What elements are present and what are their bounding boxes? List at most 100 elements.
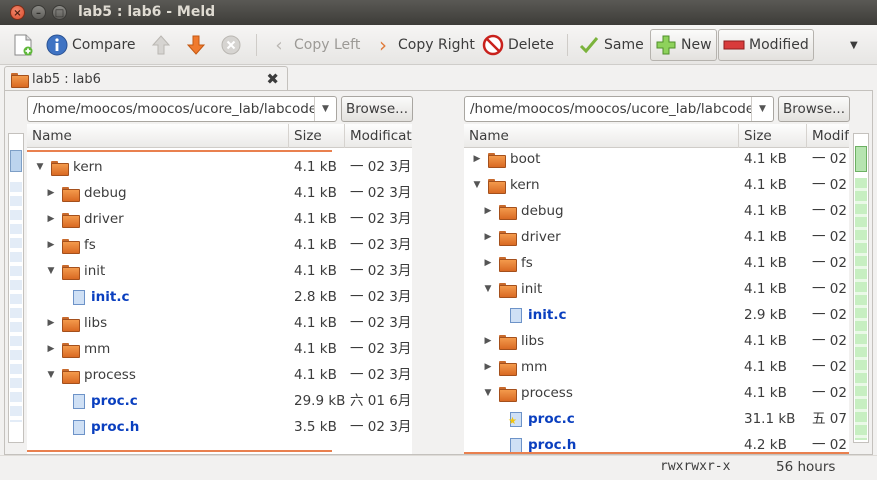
- left-path-combo[interactable]: /home/moocos/moocos/ucore_lab/labcodes ▼: [27, 96, 337, 122]
- table-row[interactable]: ▼ process 4.1 kB 一 02 3月: [27, 362, 412, 388]
- table-row[interactable]: ▶ driver 4.1 kB 一 02 3月: [27, 206, 412, 232]
- table-row[interactable]: init.c 2.9 kB 一 02: [464, 302, 849, 328]
- expander-open-icon[interactable]: ▼: [35, 154, 45, 180]
- tab-lab5-lab6[interactable]: lab5 : lab6 ✖: [4, 66, 288, 92]
- expander-closed-icon[interactable]: ▶: [483, 250, 493, 276]
- expander-closed-icon[interactable]: ▶: [483, 354, 493, 380]
- table-row[interactable]: ★ proc.c 31.1 kB 五 07: [464, 406, 849, 432]
- expander-closed-icon[interactable]: ▶: [472, 146, 482, 172]
- row-name: mm: [521, 359, 548, 375]
- row-name-cell: ▼ init: [46, 258, 289, 284]
- table-row[interactable]: ▼ kern 4.1 kB 一 02 3月: [27, 154, 412, 180]
- row-name-cell: ★ proc.c: [494, 406, 739, 432]
- maximize-window-button[interactable]: □: [52, 5, 67, 20]
- compare-button[interactable]: Compare: [46, 31, 136, 59]
- right-column-modified[interactable]: Modif: [807, 124, 849, 148]
- expander-closed-icon[interactable]: ▶: [483, 198, 493, 224]
- left-browse-button[interactable]: Browse...: [341, 96, 413, 122]
- chevron-down-icon: ▼: [850, 39, 858, 51]
- tab-strip: lab5 : lab6 ✖: [0, 65, 877, 92]
- expander-open-icon[interactable]: ▼: [472, 172, 482, 198]
- expander-open-icon[interactable]: ▼: [46, 362, 56, 388]
- left-overview-strip[interactable]: [8, 133, 24, 443]
- expander-closed-icon[interactable]: ▶: [46, 206, 56, 232]
- table-row[interactable]: proc.h 3.5 kB 一 02 3月: [27, 414, 412, 440]
- right-path-combo[interactable]: /home/moocos/moocos/ucore_lab/labcodes ▼: [464, 96, 774, 122]
- row-size: 4.1 kB: [294, 263, 337, 279]
- left-file-tree[interactable]: Name Size Modificat ▼ kern 4.1 kB 一 02 3月 ▶ d…: [27, 124, 412, 454]
- same-filter-toggle[interactable]: Same: [578, 31, 644, 59]
- row-name: init.c: [528, 307, 567, 323]
- table-row[interactable]: ▼ init 4.1 kB 一 02 3月: [27, 258, 412, 284]
- row-modified: 一 02: [812, 437, 847, 453]
- new-label: New: [681, 37, 712, 53]
- expander-closed-icon[interactable]: ▶: [46, 232, 56, 258]
- table-row[interactable]: ▶ boot 4.1 kB 一 02: [464, 146, 849, 172]
- right-file-tree[interactable]: Name Size Modif ▶ boot 4.1 kB 一 02 ▼ kern 4.1 …: [464, 124, 849, 454]
- row-name: proc.h: [91, 419, 140, 435]
- next-change-button[interactable]: [185, 31, 207, 59]
- right-browse-button[interactable]: Browse...: [778, 96, 850, 122]
- table-row[interactable]: ▼ init 4.1 kB 一 02: [464, 276, 849, 302]
- new-filter-toggle[interactable]: New: [650, 29, 717, 61]
- overview-changes: [855, 178, 867, 440]
- table-row[interactable]: ▶ mm 4.1 kB 一 02: [464, 354, 849, 380]
- expander-closed-icon[interactable]: ▶: [46, 180, 56, 206]
- table-row[interactable]: ▶ debug 4.1 kB 一 02 3月: [27, 180, 412, 206]
- table-row[interactable]: ▼ process 4.1 kB 一 02: [464, 380, 849, 406]
- row-name-cell: proc.h: [494, 432, 739, 454]
- table-row[interactable]: ▶ mm 4.1 kB 一 02 3月: [27, 336, 412, 362]
- expander-closed-icon[interactable]: ▶: [46, 310, 56, 336]
- close-window-button[interactable]: ×: [10, 5, 25, 20]
- left-column-modified[interactable]: Modificat: [345, 124, 412, 148]
- status-bar: rwxrwxr-x 56 hours: [0, 455, 877, 480]
- table-row[interactable]: proc.h 4.2 kB 一 02: [464, 432, 849, 454]
- modified-filter-toggle[interactable]: Modified: [718, 29, 814, 61]
- copy-right-button[interactable]: › Copy Right: [372, 31, 475, 59]
- table-row[interactable]: ▶ fs 4.1 kB 一 02: [464, 250, 849, 276]
- table-row[interactable]: ▶ debug 4.1 kB 一 02: [464, 198, 849, 224]
- status-permissions: rwxrwxr-x: [660, 459, 731, 474]
- expander-open-icon[interactable]: ▼: [46, 258, 56, 284]
- table-row[interactable]: ▶ libs 4.1 kB 一 02: [464, 328, 849, 354]
- previous-change-button[interactable]: [150, 31, 172, 59]
- close-tab-icon[interactable]: ✖: [266, 70, 279, 88]
- expander-open-icon[interactable]: ▼: [483, 380, 493, 406]
- table-row[interactable]: ▶ driver 4.1 kB 一 02: [464, 224, 849, 250]
- minimize-window-button[interactable]: –: [31, 5, 46, 20]
- delete-button[interactable]: Delete: [482, 31, 554, 59]
- table-row[interactable]: ▶ libs 4.1 kB 一 02 3月: [27, 310, 412, 336]
- chevron-down-icon[interactable]: ▼: [314, 97, 336, 121]
- row-size: 4.1 kB: [744, 151, 787, 167]
- row-modified: 一 02: [812, 203, 847, 219]
- chevron-down-icon[interactable]: ▼: [751, 97, 773, 121]
- expander-closed-icon[interactable]: ▶: [483, 224, 493, 250]
- expander-open-icon[interactable]: ▼: [483, 276, 493, 302]
- table-row[interactable]: proc.c 29.9 kB 六 01 6月: [27, 388, 412, 414]
- row-name-cell: ▶ debug: [483, 198, 739, 224]
- right-path-input[interactable]: /home/moocos/moocos/ucore_lab/labcodes: [465, 101, 751, 117]
- expander-closed-icon[interactable]: ▶: [483, 328, 493, 354]
- new-comparison-button[interactable]: [12, 31, 34, 59]
- copy-left-button[interactable]: ‹ Copy Left: [268, 31, 360, 59]
- table-row[interactable]: ▼ kern 4.1 kB 一 02: [464, 172, 849, 198]
- right-column-size[interactable]: Size: [739, 124, 807, 148]
- row-size: 4.1 kB: [294, 185, 337, 201]
- tab-label: lab5 : lab6: [32, 72, 101, 87]
- left-column-name[interactable]: Name: [27, 124, 289, 148]
- same-label: Same: [604, 37, 644, 53]
- folder-icon: [499, 230, 517, 246]
- left-column-size[interactable]: Size: [289, 124, 345, 148]
- left-path-input[interactable]: /home/moocos/moocos/ucore_lab/labcodes: [28, 101, 314, 117]
- table-row[interactable]: ▶ fs 4.1 kB 一 02 3月: [27, 232, 412, 258]
- right-overview-strip[interactable]: [853, 133, 869, 443]
- toolbar-overflow-button[interactable]: ▼: [850, 31, 858, 59]
- folder-icon: [62, 238, 80, 254]
- stop-button[interactable]: [220, 31, 242, 59]
- right-column-name[interactable]: Name: [464, 124, 739, 148]
- copy-right-label: Copy Right: [398, 37, 475, 53]
- folder-icon: [499, 386, 517, 402]
- table-row[interactable]: init.c 2.8 kB 一 02 3月: [27, 284, 412, 310]
- expander-closed-icon[interactable]: ▶: [46, 336, 56, 362]
- row-name-cell: ▶ fs: [483, 250, 739, 276]
